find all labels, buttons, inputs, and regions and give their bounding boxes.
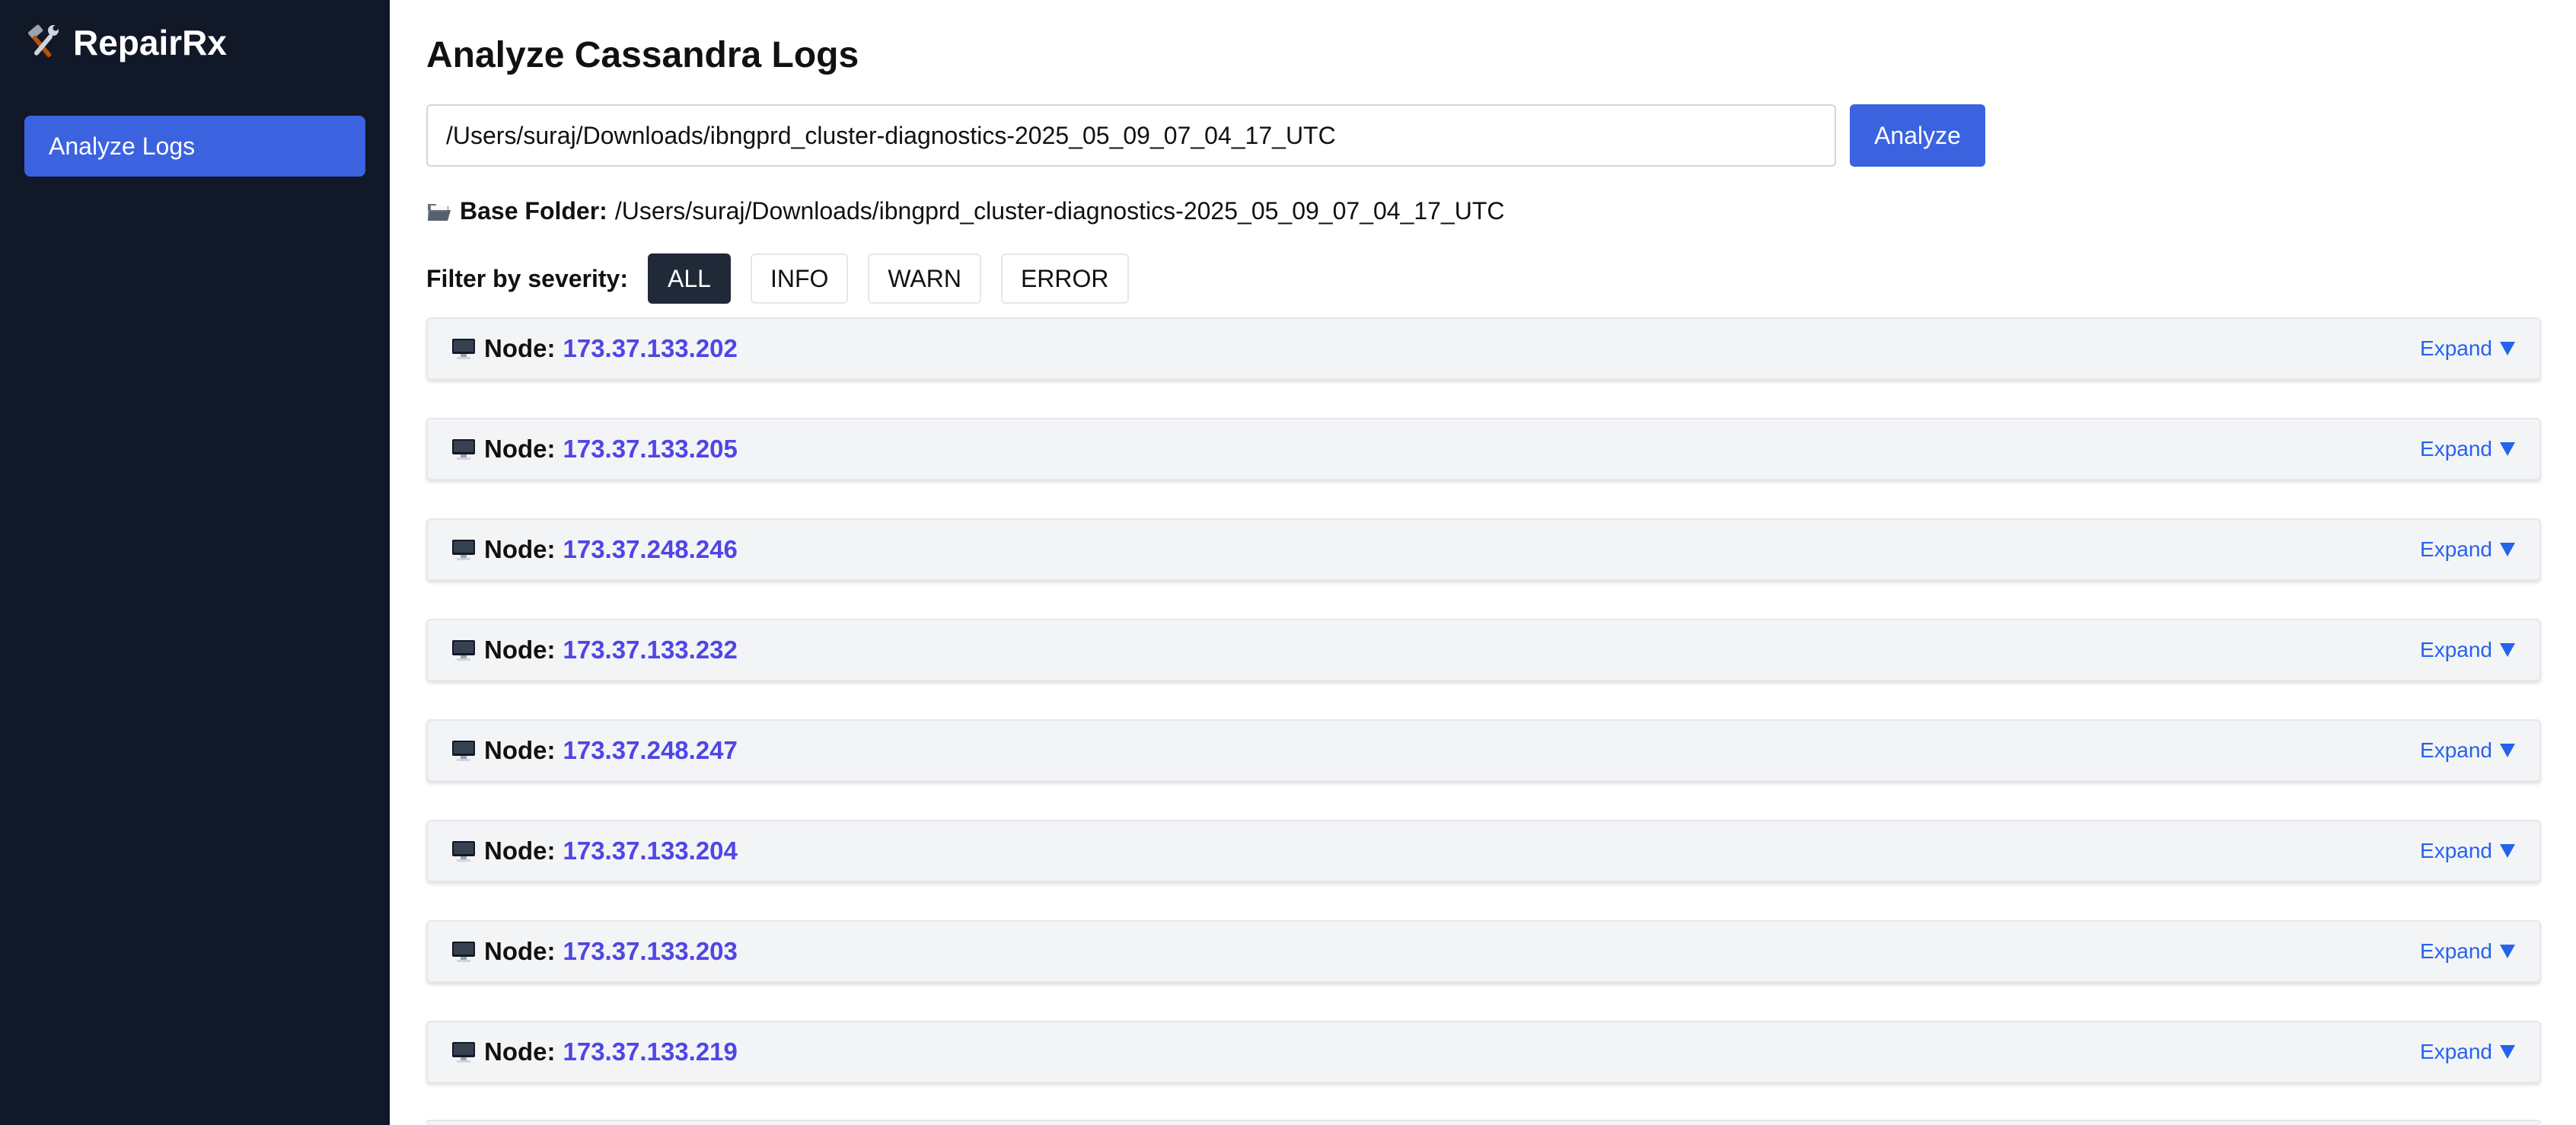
caret-down-icon	[2500, 543, 2515, 556]
base-folder-label: Base Folder:	[460, 196, 607, 225]
expand-label: Expand	[2420, 939, 2492, 963]
caret-down-icon	[2500, 442, 2515, 456]
monitor-icon	[451, 538, 477, 561]
expand-toggle[interactable]: Expand	[2420, 638, 2515, 662]
caret-down-icon	[2500, 643, 2515, 657]
filter-label: Filter by severity:	[426, 264, 628, 292]
expand-toggle[interactable]: Expand	[2420, 738, 2515, 763]
expand-toggle[interactable]: Expand	[2420, 437, 2515, 461]
filter-warn-button[interactable]: WARN	[868, 253, 981, 304]
node-ip: 173.37.133.219	[563, 1037, 738, 1066]
expand-label: Expand	[2420, 738, 2492, 762]
expand-label: Expand	[2420, 336, 2492, 360]
sidebar-item-analyze-logs[interactable]: Analyze Logs	[24, 116, 365, 177]
brand-name: RepairRx	[73, 23, 227, 62]
caret-down-icon	[2500, 744, 2515, 757]
node-card-partial[interactable]	[426, 1120, 2541, 1125]
expand-label: Expand	[2420, 1040, 2492, 1063]
node-label: Node:	[484, 535, 556, 563]
caret-down-icon	[2500, 1045, 2515, 1059]
tools-icon	[23, 23, 62, 62]
monitor-icon	[451, 438, 477, 461]
node-ip: 173.37.248.246	[563, 535, 738, 563]
base-folder-info: Base Folder: /Users/suraj/Downloads/ibng…	[426, 193, 1505, 228]
monitor-icon	[451, 840, 477, 862]
filter-info-button[interactable]: INFO	[750, 253, 849, 304]
node-card[interactable]: Node: 173.37.133.219 Expand	[426, 1021, 2541, 1083]
expand-toggle[interactable]: Expand	[2420, 1040, 2515, 1064]
main-content: Analyze Cassandra Logs Analyze Base Fold…	[390, 0, 2576, 1125]
page-title: Analyze Cassandra Logs	[426, 35, 859, 75]
node-label: Node:	[484, 937, 556, 965]
monitor-icon	[451, 337, 477, 360]
app-root: RepairRx Analyze Logs Analyze Cassandra …	[0, 0, 2576, 1125]
node-ip: 173.37.248.247	[563, 736, 738, 764]
expand-toggle[interactable]: Expand	[2420, 336, 2515, 361]
caret-down-icon	[2500, 945, 2515, 958]
caret-down-icon	[2500, 342, 2515, 355]
sidebar-item-label: Analyze Logs	[49, 132, 196, 160]
node-label: Node:	[484, 837, 556, 865]
monitor-icon	[451, 739, 477, 762]
expand-label: Expand	[2420, 638, 2492, 661]
monitor-icon	[451, 1041, 477, 1063]
node-label: Node:	[484, 435, 556, 463]
analyze-button[interactable]: Analyze	[1850, 104, 1985, 167]
node-card[interactable]: Node: 173.37.248.247 Expand	[426, 719, 2541, 782]
node-label: Node:	[484, 636, 556, 664]
expand-label: Expand	[2420, 839, 2492, 862]
node-label: Node:	[484, 1037, 556, 1066]
node-ip: 173.37.133.204	[563, 837, 738, 865]
filter-error-button[interactable]: ERROR	[1000, 253, 1129, 304]
node-card[interactable]: Node: 173.37.133.202 Expand	[426, 317, 2541, 380]
node-card[interactable]: Node: 173.37.133.203 Expand	[426, 920, 2541, 983]
expand-toggle[interactable]: Expand	[2420, 537, 2515, 562]
monitor-icon	[451, 639, 477, 661]
brand: RepairRx	[23, 20, 227, 65]
node-card[interactable]: Node: 173.37.133.232 Expand	[426, 619, 2541, 681]
node-ip: 173.37.133.232	[563, 636, 738, 664]
sidebar: RepairRx Analyze Logs	[0, 0, 390, 1125]
expand-toggle[interactable]: Expand	[2420, 839, 2515, 863]
node-card[interactable]: Node: 173.37.133.205 Expand	[426, 418, 2541, 480]
node-card[interactable]: Node: 173.37.133.204 Expand	[426, 820, 2541, 882]
path-input[interactable]	[426, 104, 1836, 167]
node-label: Node:	[484, 334, 556, 362]
filter-all-button[interactable]: ALL	[648, 253, 731, 304]
base-folder-path: /Users/suraj/Downloads/ibngprd_cluster-d…	[614, 196, 1505, 225]
node-label: Node:	[484, 736, 556, 764]
node-card[interactable]: Node: 173.37.248.246 Expand	[426, 518, 2541, 581]
severity-filter: Filter by severity: ALL INFO WARN ERROR	[426, 253, 1149, 304]
open-folder-icon	[426, 200, 452, 221]
caret-down-icon	[2500, 844, 2515, 858]
node-ip: 173.37.133.205	[563, 435, 738, 463]
expand-label: Expand	[2420, 537, 2492, 561]
expand-label: Expand	[2420, 437, 2492, 461]
node-ip: 173.37.133.203	[563, 937, 738, 965]
node-ip: 173.37.133.202	[563, 334, 738, 362]
expand-toggle[interactable]: Expand	[2420, 939, 2515, 964]
monitor-icon	[451, 940, 477, 963]
